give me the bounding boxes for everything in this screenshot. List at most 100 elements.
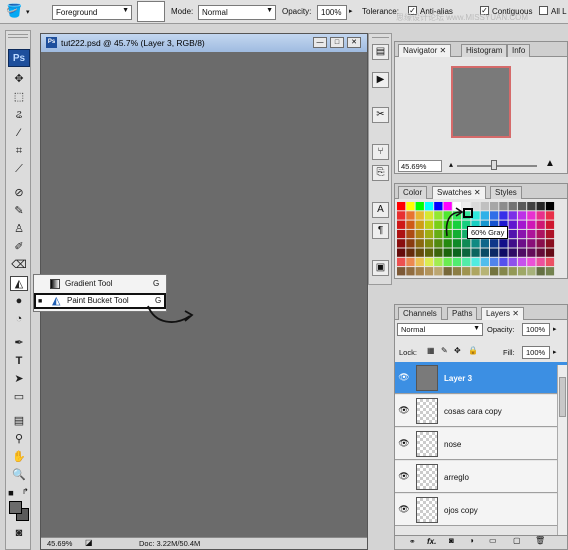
close-icon[interactable]: ✕ <box>474 188 481 197</box>
swatch-cell[interactable] <box>490 239 499 248</box>
tool-presets-icon[interactable]: ✂ <box>372 107 389 123</box>
lock-all-icon[interactable]: 🔒 <box>468 346 478 355</box>
swatch-cell[interactable] <box>536 239 545 248</box>
swatch-cell[interactable] <box>517 229 527 239</box>
swatch-cell[interactable] <box>499 267 508 276</box>
opacity-arrow-icon[interactable]: ▸ <box>553 325 557 333</box>
swatch-cell[interactable] <box>424 239 434 248</box>
move-tool-icon[interactable]: ✥ <box>10 72 28 87</box>
swatch-cell[interactable] <box>480 257 489 267</box>
swatch-cell[interactable] <box>508 257 517 267</box>
swatch-cell[interactable] <box>397 202 406 211</box>
tab-navigator[interactable]: Navigator ✕ <box>398 44 452 57</box>
strip-grip[interactable] <box>372 37 389 40</box>
swatch-cell[interactable] <box>471 257 480 267</box>
swatch-cell[interactable] <box>406 211 415 220</box>
swatch-cell[interactable] <box>508 211 517 220</box>
swatch-cell[interactable] <box>415 248 424 257</box>
swatch-cell[interactable] <box>499 257 508 267</box>
swatch-cell[interactable] <box>406 267 415 276</box>
fill-field[interactable]: 100% <box>522 346 550 359</box>
swatch-cell[interactable] <box>406 229 415 239</box>
swatch-cell[interactable] <box>517 202 527 211</box>
type-tool-icon[interactable]: T <box>10 354 28 369</box>
swatch-cell[interactable] <box>443 248 452 257</box>
swatch-cell[interactable] <box>480 248 489 257</box>
swatch-cell[interactable] <box>527 220 536 229</box>
swatch-cell[interactable] <box>415 211 424 220</box>
fill-arrow-icon[interactable]: ▸ <box>553 348 557 356</box>
navigator-zoom-field[interactable]: 45.69% <box>398 160 442 172</box>
layer-row[interactable]: 👁 arreglo <box>395 461 567 493</box>
swatch-cell[interactable] <box>434 257 443 267</box>
swatch-cell[interactable] <box>527 239 536 248</box>
opacity-arrow-icon[interactable]: ▸ <box>349 7 353 15</box>
swatch-cell[interactable] <box>527 267 536 276</box>
magic-wand-tool-icon[interactable]: ⁄ <box>10 126 28 141</box>
quick-mask-icon[interactable]: ◙ <box>10 526 28 541</box>
swatch-cell[interactable] <box>424 229 434 239</box>
lock-transparency-icon[interactable]: ▦ <box>427 346 435 355</box>
maximize-button[interactable]: □ <box>330 37 344 48</box>
history-panel-icon[interactable]: ▤ <box>372 44 389 60</box>
rectangle-tool-icon[interactable]: ▭ <box>10 390 28 405</box>
navigator-zoom-slider[interactable] <box>457 165 537 167</box>
add-mask-icon[interactable]: ◙ <box>449 536 454 545</box>
history-brush-tool-icon[interactable]: ✐ <box>10 240 28 255</box>
swatch-cell[interactable] <box>545 229 555 239</box>
swatch-cell[interactable] <box>397 239 406 248</box>
swatch-cell[interactable] <box>490 202 499 211</box>
lock-position-icon[interactable]: ✥ <box>454 346 461 355</box>
swatch-cell[interactable] <box>480 239 489 248</box>
eye-icon[interactable]: 👁 <box>397 404 411 416</box>
swatch-cell[interactable] <box>415 220 424 229</box>
layer-row[interactable]: 👁 Layer 3 <box>395 362 567 394</box>
swatch-cell[interactable] <box>527 202 536 211</box>
zoom-in-icon[interactable]: ▲ <box>545 158 555 169</box>
brushes-panel-icon[interactable]: ⑂ <box>372 144 389 160</box>
swatch-cell[interactable] <box>536 202 545 211</box>
eye-icon[interactable]: 👁 <box>397 437 411 449</box>
new-layer-icon[interactable]: ▢ <box>513 536 521 545</box>
blur-tool-icon[interactable]: ● <box>10 294 28 309</box>
scrollbar-thumb[interactable] <box>559 377 566 417</box>
swatch-cell[interactable] <box>545 202 555 211</box>
swatch-cell[interactable] <box>406 248 415 257</box>
dodge-tool-icon[interactable]: ◔ <box>10 312 28 327</box>
navigator-zoom-knob[interactable] <box>491 160 497 170</box>
zoom-out-icon[interactable]: ▴ <box>449 160 453 169</box>
swatch-cell[interactable] <box>527 211 536 220</box>
slice-tool-icon[interactable]: ⟋ <box>10 162 28 177</box>
swatch-cell[interactable] <box>508 239 517 248</box>
flyout-item-gradient-tool[interactable]: Gradient Tool G <box>34 276 166 292</box>
swatch-cell[interactable] <box>480 211 489 220</box>
swatch-cell[interactable] <box>499 239 508 248</box>
swatch-cell[interactable] <box>545 211 555 220</box>
swatch-cell[interactable] <box>499 211 508 220</box>
swatch-cell[interactable] <box>517 248 527 257</box>
notes-tool-icon[interactable]: ▤ <box>10 414 28 429</box>
adjustment-layer-icon[interactable]: ◑ <box>469 536 474 545</box>
layer-comps-icon[interactable]: ▣ <box>372 260 389 276</box>
fill-source-select[interactable]: Foreground ▼ <box>52 5 132 20</box>
close-icon[interactable]: ✕ <box>439 46 446 55</box>
swatch-cell[interactable] <box>508 202 517 211</box>
swatch-cell[interactable] <box>517 257 527 267</box>
close-button[interactable]: ✕ <box>347 37 361 48</box>
swatch-cell[interactable] <box>508 220 517 229</box>
swatch-cell[interactable] <box>517 220 527 229</box>
swatch-cell[interactable] <box>462 239 471 248</box>
swatch-cell[interactable] <box>424 248 434 257</box>
swatch-cell[interactable] <box>499 248 508 257</box>
default-colors-icon[interactable]: ◼ <box>8 489 14 497</box>
link-layers-icon[interactable]: ⚭ <box>409 537 416 546</box>
navigator-preview[interactable] <box>451 66 511 138</box>
swatch-cell[interactable] <box>517 211 527 220</box>
pen-tool-icon[interactable]: ✒ <box>10 336 28 351</box>
character-panel-icon[interactable]: A <box>372 202 389 218</box>
swatch-cell[interactable] <box>490 248 499 257</box>
minimize-button[interactable]: — <box>313 37 327 48</box>
swatch-cell[interactable] <box>424 220 434 229</box>
tab-paths[interactable]: Paths <box>447 307 478 320</box>
swatch-cell[interactable] <box>452 257 462 267</box>
